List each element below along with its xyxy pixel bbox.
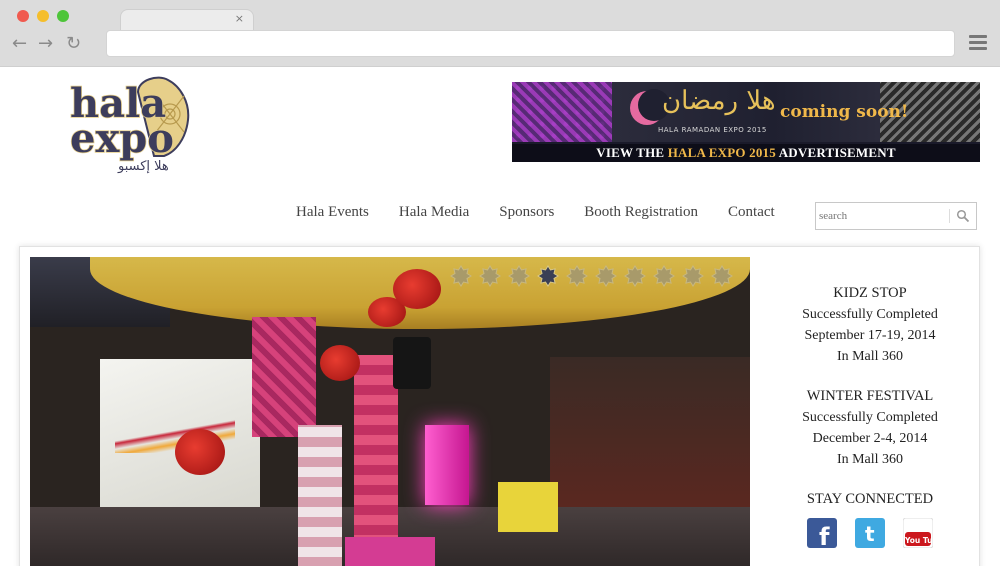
address-bar[interactable] [106,30,955,57]
nav-sponsors[interactable]: Sponsors [499,201,554,225]
banner-subtitle: HALA RAMADAN EXPO 2015 [658,126,767,134]
banner-arabic-title: هلا رمضان [662,86,776,116]
expo-advertisement-banner[interactable]: هلا رمضان HALA RAMADAN EXPO 2015 coming … [512,82,980,162]
close-window-button[interactable] [17,10,29,22]
slide-flower-ball [175,429,225,475]
event-item: WINTER FESTIVAL Successfully Completed D… [770,386,970,470]
svg-text:expo: expo [70,115,174,162]
banner-cta-prefix: VIEW THE [596,145,668,160]
slide-booth-left [100,359,260,509]
event-item: KIDZ STOP Successfully Completed Septemb… [770,283,970,367]
slider-dot-active[interactable] [537,265,559,287]
svg-text:f: f [819,523,830,548]
minimize-window-button[interactable] [37,10,49,22]
slide-yellow-cage [498,482,558,532]
event-dates: September 17-19, 2014 [804,328,936,343]
banner-coming-soon: coming soon! [780,102,909,122]
image-slider[interactable] [30,257,750,566]
hala-expo-logo[interactable]: hala expo هلا إكسبو [68,72,194,174]
slider-pagination [450,265,740,287]
crescent-moon-icon [630,89,670,125]
nav-contact[interactable]: Contact [728,201,775,225]
slider-dot[interactable] [711,265,733,287]
nav-hala-media[interactable]: Hala Media [399,201,469,225]
event-venue: In Mall 360 [836,452,904,467]
search-input[interactable] [819,207,947,225]
slider-dot[interactable] [479,265,501,287]
slide-pink-wall [252,317,316,437]
slider-dot[interactable] [624,265,646,287]
slide-speaker [393,337,431,389]
events-sidebar: KIDZ STOP Successfully Completed Septemb… [770,283,970,548]
event-title: KIDZ STOP [833,285,907,301]
svg-text:t: t [865,522,875,546]
banner-cta-highlight: HALA EXPO 2015 [667,145,776,160]
nav-hala-events[interactable]: Hala Events [296,201,369,225]
main-navigation: Hala Events Hala Media Sponsors Booth Re… [296,201,805,225]
banner-cta-suffix: ADVERTISEMENT [775,145,896,160]
tab-close-icon[interactable]: × [235,12,244,25]
search-divider [949,209,950,223]
banner-cta[interactable]: VIEW THE HALA EXPO 2015 ADVERTISEMENT [512,144,980,162]
event-status: Successfully Completed [802,410,938,425]
forward-arrow-icon[interactable]: → [38,33,53,55]
banner-left-pattern [512,82,612,142]
hamburger-menu-icon[interactable] [969,35,987,51]
slide-flower-ball [393,269,441,309]
svg-text:هلا إكسبو: هلا إكسبو [117,159,169,174]
slide-pink-box [345,537,435,566]
maximize-window-button[interactable] [57,10,69,22]
reload-icon[interactable]: ↻ [66,33,81,55]
back-arrow-icon[interactable]: ← [12,33,27,55]
youtube-icon[interactable]: You Tube [903,518,933,548]
search-box [815,202,977,230]
content-panel: KIDZ STOP Successfully Completed Septemb… [19,246,980,566]
slide-pillar-pink [354,355,398,545]
slider-dot[interactable] [682,265,704,287]
twitter-icon[interactable]: t [855,518,885,548]
slide-flower-ball [320,345,360,381]
slide-shops [550,357,750,507]
search-icon[interactable] [956,209,970,223]
browser-tab[interactable]: × [120,9,254,31]
slider-dot[interactable] [595,265,617,287]
event-status: Successfully Completed [802,307,938,322]
event-title: WINTER FESTIVAL [806,388,934,404]
social-links: f t You Tube [770,518,970,548]
svg-text:You Tube: You Tube [904,536,933,545]
browser-chrome: × ← → ↻ [0,0,1000,67]
web-page: hala expo هلا إكسبو هلا رمضان HALA RAMAD… [0,67,1000,566]
slider-dot[interactable] [508,265,530,287]
nav-booth-registration[interactable]: Booth Registration [584,201,698,225]
facebook-icon[interactable]: f [807,518,837,548]
event-venue: In Mall 360 [836,349,904,364]
stay-connected-heading: STAY CONNECTED [806,491,934,507]
slider-dot[interactable] [450,265,472,287]
slide-magenta-light [425,425,469,505]
event-dates: December 2-4, 2014 [812,431,928,446]
slider-dot[interactable] [566,265,588,287]
slide-pillar-white [298,425,342,566]
slider-dot[interactable] [653,265,675,287]
